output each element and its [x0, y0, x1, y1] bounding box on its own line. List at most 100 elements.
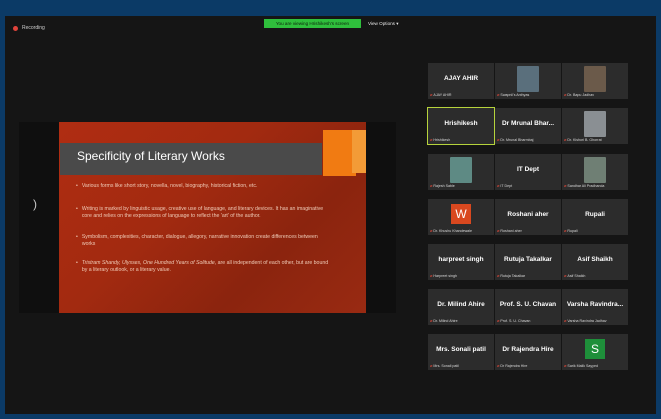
participant-display-name: Dr. Milind Ahire: [437, 301, 485, 308]
participant-label: ⌀ Rupali: [564, 228, 578, 233]
mic-muted-icon: ⌀: [430, 273, 433, 278]
participant-tile[interactable]: ⌀ Sandhar Ali Pradhanda: [562, 154, 628, 190]
participant-display-name: Prof. S. U. Chavan: [499, 301, 557, 308]
participant-tile[interactable]: Varsha Ravindra... ⌀ Varsha Ravindra Jadha…: [562, 289, 628, 325]
participant-name-label: Rutuja Takalkar: [500, 273, 526, 278]
participant-video-thumbnail: [584, 111, 606, 137]
recording-dot-icon: [13, 25, 18, 31]
view-options-button[interactable]: View Options ▾: [368, 19, 399, 28]
slide-title: Specificity of Literary Works: [77, 149, 225, 163]
participant-label: ⌀ Dr Rajendra Hire: [497, 363, 527, 368]
participant-name-label: Asif Shaikh: [567, 273, 586, 278]
recording-indicator: Recording: [13, 25, 45, 31]
participant-name-label: Varsha Ravindra Jadhav: [567, 318, 607, 323]
participant-tile[interactable]: Rupali ⌀ Rupali: [562, 199, 628, 235]
mic-muted-icon: ⌀: [564, 318, 567, 323]
participant-tile[interactable]: Hrishikesh ⌀ Hrishikesh: [427, 107, 495, 145]
participant-tile[interactable]: Rutuja Takalkar ⌀ Rutuja Takalkar: [495, 244, 561, 280]
participant-name-label: Rupali: [567, 228, 578, 233]
participant-name-label: Dr Rajendra Hire: [500, 363, 528, 368]
bullet-text: Writing is marked by linguistic usage, c…: [81, 206, 324, 219]
participant-display-name: Dr Rajendra Hire: [502, 346, 554, 353]
participant-tile[interactable]: S ⌀ Sarik Malik Sayyed: [562, 334, 628, 370]
participant-label: ⌀ IT Dept: [497, 183, 512, 188]
participant-label: ⌀ Dr. Bapu Jadhav: [564, 92, 594, 97]
participant-display-name: Hrishikesh: [444, 120, 478, 127]
participant-avatar-letter: W: [451, 204, 471, 224]
mic-muted-icon: ⌀: [430, 318, 433, 323]
participant-name-label: Harpreet singh: [433, 273, 457, 278]
participant-name-label: IT Dept: [500, 183, 513, 188]
mic-muted-icon: ⌀: [497, 318, 500, 323]
participant-label: ⌀ Roshani aher: [497, 228, 522, 233]
slide-bullet: • Tristram Shandy, Ulysses, One Hundred …: [76, 260, 332, 274]
mic-muted-icon: ⌀: [497, 363, 500, 368]
participant-name-label: Sarik Malik Sayyed: [567, 363, 598, 368]
participant-tile[interactable]: Dr Mrunal Bhar... ⌀ Dr. Mrunal Bharmbaj: [495, 108, 561, 144]
participant-label: ⌀ Sandhar Ali Pradhanda: [564, 183, 604, 188]
participant-tile[interactable]: Asif Shaikh ⌀ Asif Shaikh: [562, 244, 628, 280]
participant-name-label: Swapnil's Anthyas: [500, 92, 530, 97]
participant-label: ⌀ Prof. S. U. Chavan: [497, 318, 530, 323]
recording-label: Recording: [22, 25, 45, 31]
participant-label: ⌀ Mrs. Sonali patil: [430, 363, 459, 368]
participant-name-label: Hrishikesh: [433, 137, 451, 142]
mic-muted-icon: ⌀: [564, 273, 567, 278]
participant-display-name: Roshani aher: [507, 211, 549, 218]
mic-muted-icon: ⌀: [497, 228, 500, 233]
participant-tile[interactable]: Mrs. Sonali patil ⌀ Mrs. Sonali patil: [428, 334, 494, 370]
participant-video-thumbnail: [584, 157, 606, 183]
participant-label: ⌀ Dr. Khushu Khandewale: [430, 228, 472, 233]
participant-label: ⌀ Rutuja Takalkar: [497, 273, 525, 278]
participant-label: ⌀ AJAY AHIR: [430, 92, 451, 97]
participant-label: ⌀ Dr. Milind Ahire: [430, 318, 458, 323]
mic-muted-icon: ⌀: [430, 137, 433, 142]
participant-tile[interactable]: W ⌀ Dr. Khushu Khandewale: [428, 199, 494, 235]
mic-muted-icon: ⌀: [564, 137, 567, 142]
participant-tile[interactable]: IT Dept ⌀ IT Dept: [495, 154, 561, 190]
bullet-text: Various forms like short story, novella,…: [81, 183, 258, 189]
mic-muted-icon: ⌀: [497, 137, 500, 142]
participant-tile[interactable]: harpreet singh ⌀ Harpreet singh: [428, 244, 494, 280]
participant-name-label: Prof. S. U. Chavan: [500, 318, 531, 323]
viewing-screen-banner: You are viewing Hrishikesh's screen: [264, 19, 361, 28]
participant-label: ⌀ Rajesh Sable: [430, 183, 455, 188]
mic-muted-icon: ⌀: [430, 92, 433, 97]
participant-tile[interactable]: Dr Rajendra Hire ⌀ Dr Rajendra Hire: [495, 334, 561, 370]
participant-display-name: AJAY AHIR: [443, 75, 479, 82]
participant-name-label: Dr. Milind Ahire: [433, 318, 458, 323]
slide-bullet: • Various forms like short story, novell…: [76, 183, 258, 189]
participant-tile[interactable]: AJAY AHIR ⌀ AJAY AHIR: [428, 63, 494, 99]
participant-tile[interactable]: ⌀ Dr. Bapu Jadhav: [562, 63, 628, 99]
participant-video-thumbnail: [517, 66, 539, 92]
mic-muted-icon: ⌀: [564, 228, 567, 233]
participant-display-name: Rupali: [585, 211, 605, 218]
bullet-text: Tristram Shandy, Ulysses, One Hundred Ye…: [82, 260, 332, 274]
participant-name-label: Dr. Bapu Jadhav: [567, 92, 594, 97]
participant-name-label: Dr. Mrunal Bharmbaj: [500, 137, 534, 142]
participant-name-label: Dr. Khushu Khandewale: [433, 228, 472, 233]
participant-label: ⌀ Hrishikesh: [430, 137, 450, 142]
participant-avatar-letter: S: [585, 339, 605, 359]
mic-muted-icon: ⌀: [497, 183, 500, 188]
participant-name-label: Roshani aher: [500, 228, 522, 233]
mic-muted-icon: ⌀: [497, 273, 500, 278]
participant-tile[interactable]: ⌀ Rajesh Sable: [428, 154, 494, 190]
participant-tile[interactable]: ⌀ Swapnil's Anthyas: [495, 63, 561, 99]
participant-name-label: Dr. Kishori B. Ghorrat: [567, 137, 602, 142]
participant-display-name: Varsha Ravindra...: [566, 301, 624, 308]
participant-display-name: IT Dept: [516, 166, 540, 173]
mic-muted-icon: ⌀: [430, 363, 433, 368]
mic-muted-icon: ⌀: [430, 228, 433, 233]
participant-tile[interactable]: Dr. Milind Ahire ⌀ Dr. Milind Ahire: [428, 289, 494, 325]
mic-muted-icon: ⌀: [497, 92, 500, 97]
participant-video-thumbnail: [450, 157, 472, 183]
participant-tile[interactable]: ⌀ Dr. Kishori B. Ghorrat: [562, 108, 628, 144]
participant-tile[interactable]: Roshani aher ⌀ Roshani aher: [495, 199, 561, 235]
participant-tile[interactable]: Prof. S. U. Chavan ⌀ Prof. S. U. Chavan: [495, 289, 561, 325]
participant-display-name: Asif Shaikh: [577, 256, 613, 263]
participant-label: ⌀ Swapnil's Anthyas: [497, 92, 529, 97]
bullet-italic-titles: Tristram Shandy, Ulysses, One Hundred Ye…: [81, 260, 217, 266]
mic-muted-icon: ⌀: [564, 92, 567, 97]
mic-muted-icon: ⌀: [564, 183, 567, 188]
